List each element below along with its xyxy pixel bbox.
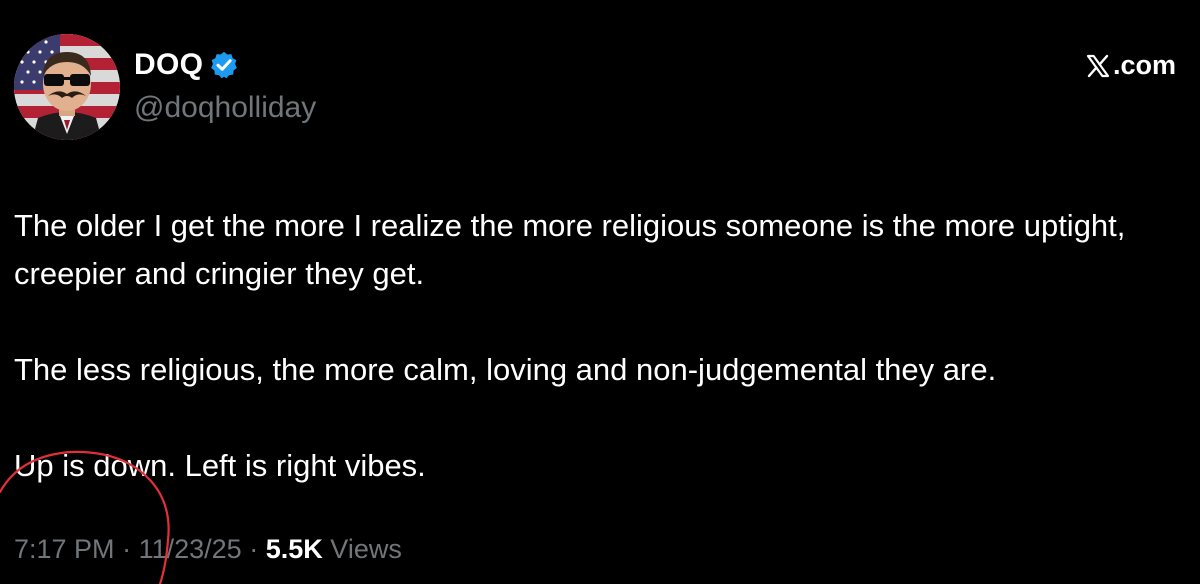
- verified-badge-icon: [211, 51, 238, 79]
- views-count: 5.5K: [265, 534, 323, 564]
- author-name-row[interactable]: DOQ: [134, 48, 239, 82]
- tweet-paragraph-2: The less religious, the more calm, lovin…: [14, 352, 997, 387]
- avatar-image: [14, 34, 120, 140]
- author-handle[interactable]: @doqholliday: [134, 91, 316, 125]
- tweet-paragraph-3: Up is down. Left is right vibes.: [14, 448, 426, 483]
- meta-separator: ·: [122, 534, 132, 564]
- meta-separator: ·: [249, 534, 259, 564]
- source-link[interactable]: .com: [1086, 50, 1176, 81]
- tweet-meta: 7:17 PM · 11/23/25 · 5.5K Views: [14, 534, 402, 565]
- author-display-name[interactable]: DOQ: [134, 48, 203, 82]
- tweet-time[interactable]: 7:17 PM: [14, 534, 115, 564]
- views-label[interactable]: Views: [330, 534, 402, 564]
- tweet-card: DOQ @doqholliday .com The older I get th…: [0, 0, 1200, 584]
- source-label: .com: [1112, 50, 1176, 80]
- tweet-paragraph-1: The older I get the more I realize the m…: [14, 208, 1126, 291]
- x-logo-icon: [1086, 54, 1110, 77]
- avatar[interactable]: [14, 34, 120, 140]
- tweet-text: The older I get the more I realize the m…: [14, 202, 1184, 490]
- tweet-date[interactable]: 11/23/25: [139, 534, 242, 564]
